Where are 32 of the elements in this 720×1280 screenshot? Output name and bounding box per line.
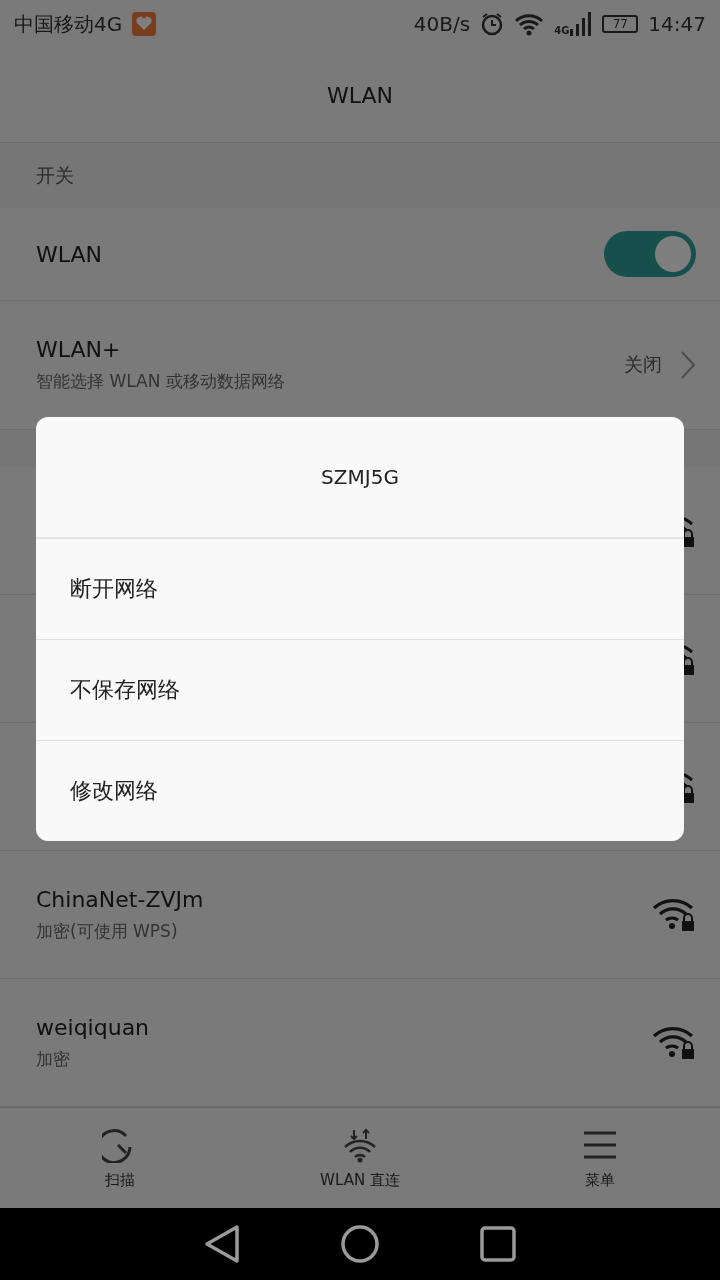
dialog-title: SZMJ5G xyxy=(321,465,399,489)
health-app-icon xyxy=(132,12,157,36)
home-icon[interactable] xyxy=(340,1224,380,1264)
network-name: ChinaNet-ZVJm xyxy=(36,886,205,912)
wifi-arrows-icon xyxy=(342,1126,378,1163)
carrier-label: 中国移动4G xyxy=(14,10,123,38)
network-type-label: 4G xyxy=(554,25,570,36)
signal-icon xyxy=(570,12,593,36)
section-label: 开关 xyxy=(36,162,74,188)
menu-option[interactable]: 修改网络 xyxy=(36,740,684,841)
toggle-switch[interactable] xyxy=(604,231,696,277)
network-speed: 40B/s xyxy=(413,12,471,36)
menu-option[interactable]: 不保存网络 xyxy=(36,639,684,740)
toolbar-button[interactable]: 扫描 xyxy=(0,1108,240,1208)
battery-indicator: 77 xyxy=(602,15,639,33)
back-icon[interactable] xyxy=(204,1224,240,1264)
setting-description: 智能选择 WLAN 或移动数据网络 xyxy=(36,370,286,393)
network-status: 加密 xyxy=(36,1047,71,1071)
recents-icon[interactable] xyxy=(480,1226,516,1262)
setting-label: WLAN xyxy=(36,241,104,267)
setting-value: 关闭 xyxy=(624,352,662,377)
clock: 14:47 xyxy=(648,12,706,36)
chevron-right-icon xyxy=(680,350,696,380)
alarm-icon xyxy=(480,12,505,36)
screen-title: WLAN xyxy=(327,82,393,108)
setting-label: WLAN+ xyxy=(36,337,122,362)
wifi-icon xyxy=(514,12,545,36)
network-name: weiqiquan xyxy=(36,1014,151,1040)
toolbar-button[interactable]: 菜单 xyxy=(480,1108,720,1208)
toolbar-button[interactable]: WLAN 直连 xyxy=(240,1108,480,1208)
network-status: 加密(可使用 WPS) xyxy=(36,919,179,943)
menu-option[interactable]: 断开网络 xyxy=(36,538,684,639)
